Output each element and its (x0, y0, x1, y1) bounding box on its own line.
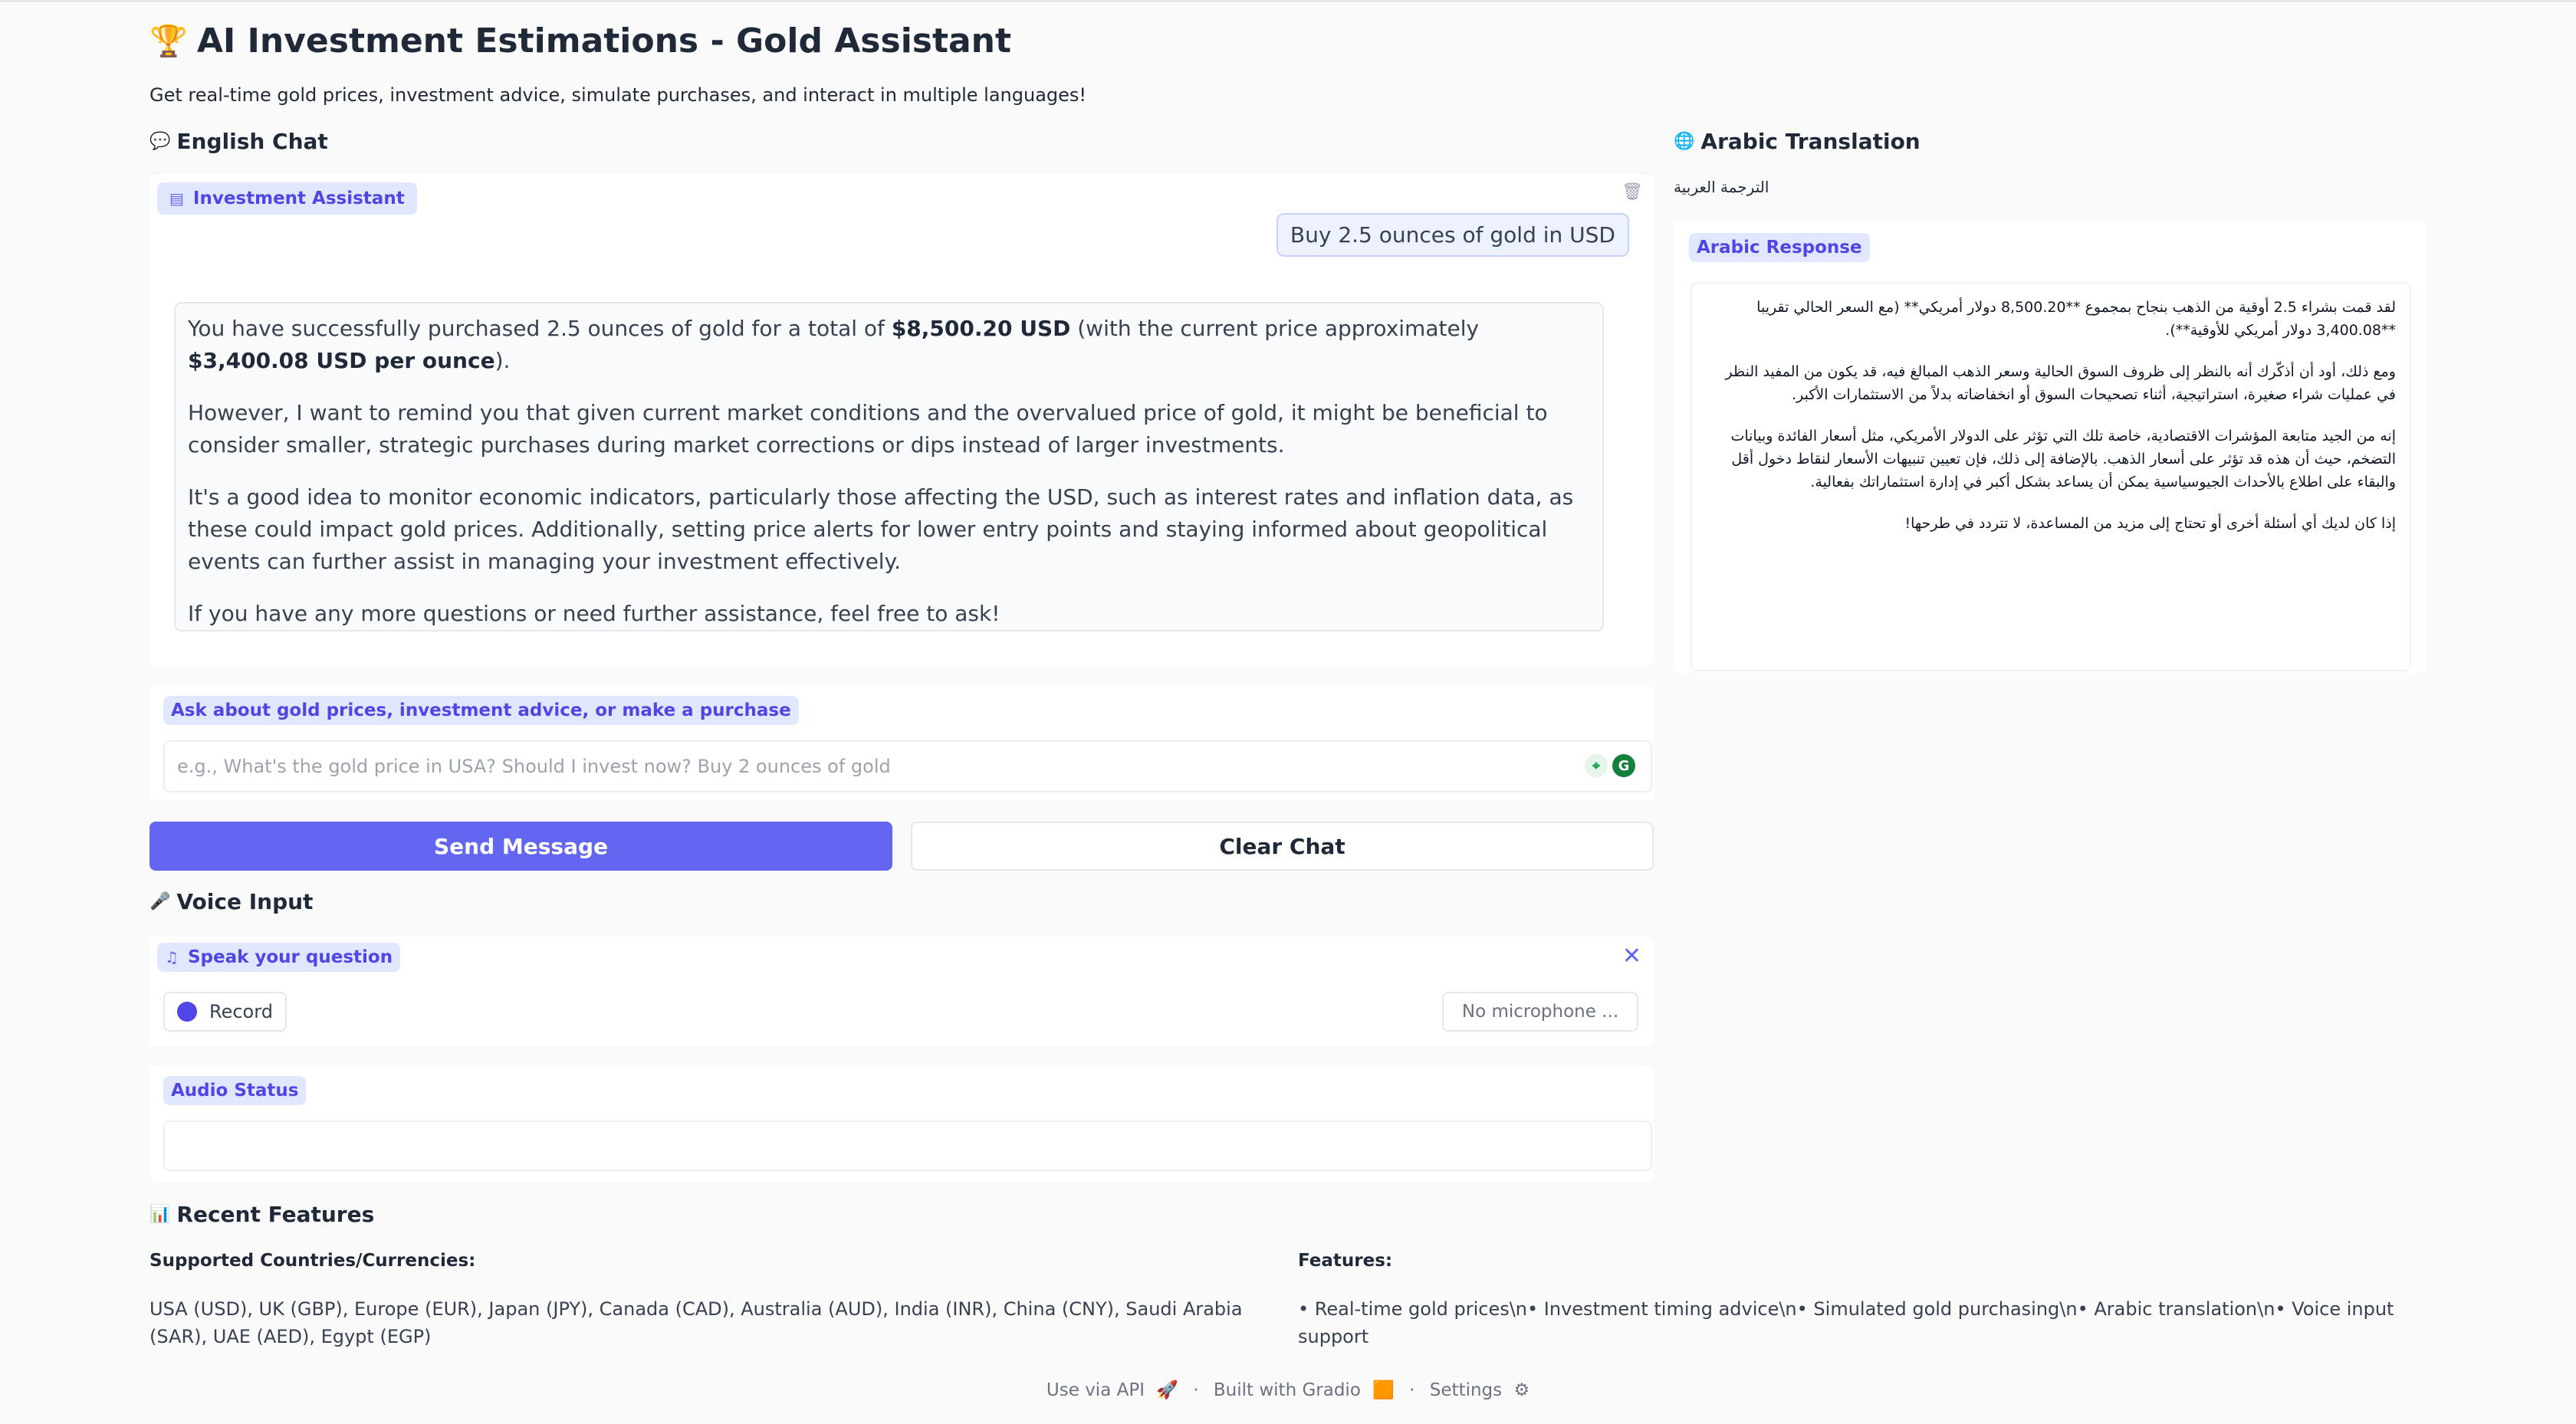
english-chat-heading: 💬 English Chat (150, 129, 328, 154)
countries-label: Supported Countries/Currencies: (150, 1251, 476, 1271)
footer-separator: · (1409, 1380, 1415, 1400)
page-title: 🏆 AI Investment Estimations - Gold Assis… (150, 21, 1011, 61)
input-extension-icons: ⌖ G (1585, 754, 1635, 777)
chatbot-label: ▤ Investment Assistant (157, 182, 417, 215)
arabic-response-label: Arabic Response (1689, 233, 1870, 262)
trash-icon[interactable]: 🗑 (1622, 182, 1643, 202)
microphone-icon: 🎤 (150, 892, 171, 911)
arabic-translation-heading: 🌐 Arabic Translation (1674, 129, 1921, 154)
assistant-message: You have successfully purchased 2.5 ounc… (174, 302, 1604, 632)
rocket-icon: 🚀 (1156, 1380, 1178, 1400)
countries-text: USA (USD), UK (GBP), Europe (EUR), Japan… (150, 1298, 1243, 1347)
features-text: • Real-time gold prices\n• Investment ti… (1298, 1298, 2394, 1347)
arabic-paragraph-4: إذا كان لديك أي أسئلة أخرى أو تحتاج إلى … (1904, 515, 2396, 532)
voice-panel: ♫ Speak your question ✕ Record No microp… (150, 937, 1654, 1045)
gradio-logo-icon: 🟧 (1372, 1380, 1395, 1400)
app-container: 🏆 AI Investment Estimations - Gold Assis… (150, 0, 2426, 1424)
arabic-paragraph-1: لقد قمت بشراء 2.5 أوقية من الذهب بنجاح ب… (1756, 299, 2396, 339)
english-chat-heading-text: English Chat (176, 129, 328, 154)
bar-chart-icon: 📊 (150, 1205, 171, 1224)
ask-label: Ask about gold prices, investment advice… (163, 696, 799, 725)
footer: Use via API 🚀 · Built with Gradio 🟧 · Se… (150, 1380, 2426, 1400)
assistant-text: ). (495, 348, 511, 373)
total-amount: $8,500.20 USD (891, 316, 1071, 341)
speak-label-text: Speak your question (187, 947, 393, 967)
settings-link[interactable]: Settings ⚙ (1427, 1380, 1533, 1400)
assistant-text: You have successfully purchased 2.5 ounc… (188, 316, 892, 341)
chat-icon: ▤ (169, 189, 184, 208)
settings-link-text: Settings (1429, 1380, 1503, 1400)
message-input-placeholder: e.g., What's the gold price in USA? Shou… (177, 756, 891, 777)
music-note-icon: ♫ (165, 948, 179, 966)
voice-input-heading: 🎤 Voice Input (150, 889, 313, 914)
arabic-panel: Arabic Response لقد قمت بشراء 2.5 أوقية … (1674, 221, 2426, 673)
record-button-label: Record (209, 1001, 273, 1022)
audio-status-field[interactable] (163, 1120, 1652, 1171)
user-message: Buy 2.5 ounces of gold in USD (1276, 213, 1629, 257)
api-link-text: Use via API (1046, 1380, 1145, 1400)
audio-status-label: Audio Status (163, 1076, 307, 1105)
close-icon[interactable]: ✕ (1622, 943, 1641, 970)
gradio-link-text: Built with Gradio (1213, 1380, 1361, 1400)
features-label: Features: (1298, 1251, 1393, 1271)
use-via-api-link[interactable]: Use via API 🚀 (1043, 1380, 1181, 1400)
arabic-subheading: الترجمة العربية (1674, 178, 1769, 196)
arabic-paragraph-3: إنه من الجيد متابعة المؤشرات الاقتصادية،… (1730, 428, 2396, 491)
page-title-text: AI Investment Estimations - Gold Assista… (196, 21, 1012, 61)
arabic-response-box: لقد قمت بشراء 2.5 أوقية من الذهب بنجاح ب… (1691, 282, 2411, 671)
arabic-heading-text: Arabic Translation (1700, 129, 1921, 154)
clear-chat-button[interactable]: Clear Chat (911, 822, 1654, 871)
speak-label: ♫ Speak your question (157, 943, 401, 972)
microphone-select[interactable]: No microphone ... (1442, 992, 1638, 1032)
arabic-paragraph-2: ومع ذلك، أود أن أذكّرك أنه بالنظر إلى ظر… (1725, 363, 2396, 403)
record-button[interactable]: Record (163, 992, 287, 1032)
assistant-paragraph-1: You have successfully purchased 2.5 ounc… (188, 313, 1590, 377)
globe-icon: 🌐 (1674, 132, 1695, 151)
audio-status-panel: Audio Status (150, 1065, 1654, 1182)
built-with-gradio-link[interactable]: Built with Gradio 🟧 (1211, 1380, 1398, 1400)
ask-panel: Ask about gold prices, investment advice… (150, 685, 1654, 800)
message-input[interactable]: e.g., What's the gold price in USA? Shou… (163, 740, 1652, 792)
record-dot-icon (177, 1002, 197, 1022)
page-subtitle: Get real-time gold prices, investment ad… (150, 84, 1087, 106)
footer-separator: · (1193, 1380, 1199, 1400)
assistant-text: (with the current price approximately (1070, 316, 1480, 341)
chatbot-label-text: Investment Assistant (192, 189, 405, 208)
send-message-button[interactable]: Send Message (150, 822, 892, 871)
price-per-ounce: $3,400.08 USD per ounce (188, 348, 495, 373)
location-pin-icon[interactable]: ⌖ (1585, 754, 1608, 777)
speech-bubble-icon: 💬 (150, 132, 171, 151)
voice-heading-text: Voice Input (176, 889, 314, 914)
gear-icon: ⚙ (1513, 1380, 1530, 1400)
grammarly-icon[interactable]: G (1612, 754, 1635, 777)
recent-features-heading-text: Recent Features (176, 1202, 375, 1227)
assistant-paragraph-4: If you have any more questions or need f… (188, 601, 1001, 626)
assistant-paragraph-2: However, I want to remind you that given… (188, 400, 1548, 458)
recent-features-heading: 📊 Recent Features (150, 1202, 374, 1227)
trophy-icon: 🏆 (150, 24, 188, 59)
chatbot-panel: ▤ Investment Assistant 🗑 Buy 2.5 ounces … (150, 175, 1654, 667)
assistant-paragraph-3: It's a good idea to monitor economic ind… (188, 484, 1574, 574)
